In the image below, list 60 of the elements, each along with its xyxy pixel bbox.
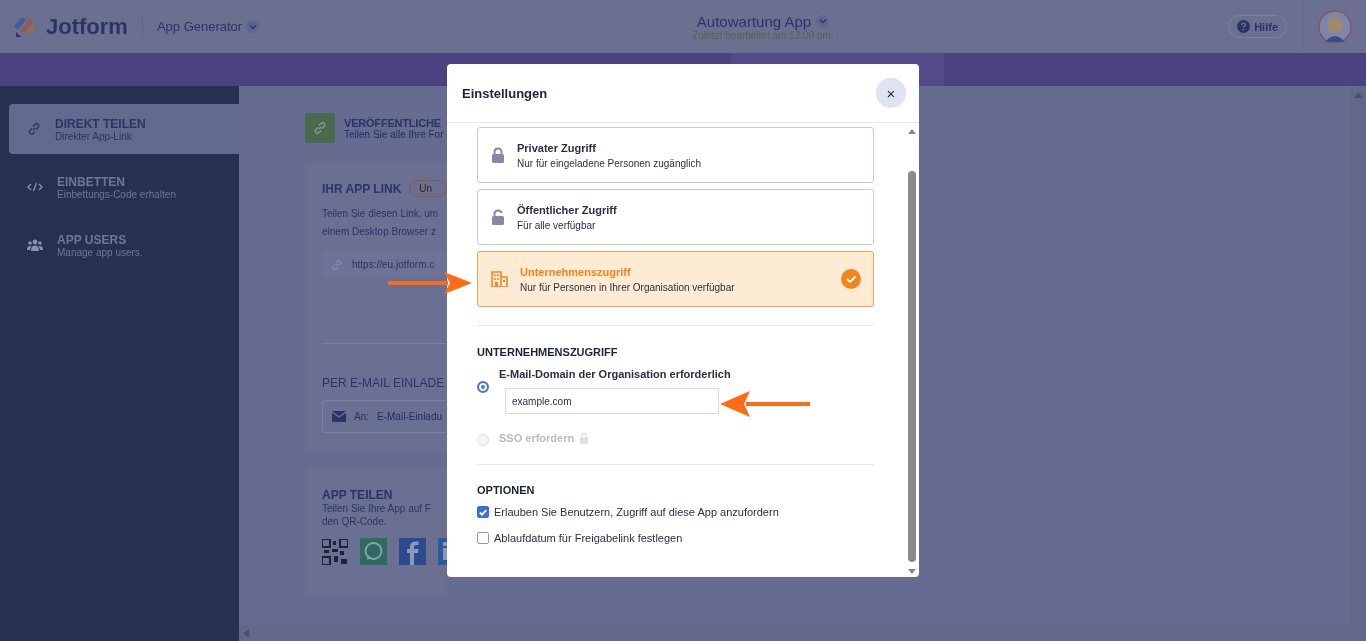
link-icon [331, 258, 343, 271]
access-option[interactable]: Privater Zugriff Nur für eingeladene Personen zugänglich [477, 127, 874, 183]
access-option[interactable]: Öffentlicher Zugriff Für alle verfügbar [477, 189, 874, 245]
sidebar-item[interactable]: EINBETTEN Einbettungs-Code erhalten [9, 162, 239, 212]
mail-icon [332, 411, 346, 422]
card-title: PER E-MAIL EINLADE [322, 376, 445, 390]
description-line: Teilen Sie diesen Link, um [322, 207, 439, 221]
url-field[interactable]: https://eu.jotform.c [322, 251, 447, 278]
card-title: APP TEILEN [322, 488, 393, 502]
section-title: VERÖFFENTLICHE [344, 116, 442, 129]
card-title: IHR APP LINK [322, 181, 402, 196]
sidebar-item[interactable]: APP USERS Manage app users. [9, 220, 239, 270]
radio-label: SSO erfordern [499, 432, 575, 444]
link-icon [27, 122, 41, 136]
checkbox[interactable] [477, 532, 489, 544]
check-icon [841, 269, 861, 289]
logo-text: Jotform [46, 13, 128, 40]
facebook-icon[interactable] [399, 538, 426, 565]
lock-icon [491, 147, 505, 163]
link-icon [305, 113, 335, 143]
code-icon [27, 181, 43, 193]
lock-icon [579, 432, 590, 444]
down-arrow-icon[interactable] [908, 569, 916, 574]
description-line: den QR-Code. [322, 515, 387, 528]
description-line: einem Desktop Browser z [322, 225, 436, 239]
close-button[interactable]: × [876, 78, 906, 108]
building-icon [491, 271, 508, 287]
access-option[interactable]: Unternehmenszugriff Nur für Personen in Ihrer Organisation verfügbar [477, 251, 874, 307]
users-icon [27, 238, 43, 252]
caret-icon [246, 20, 260, 33]
last-edited-text: Zuletzt bearbeitet am 12:00 pm. [692, 29, 834, 41]
sidebar-item-title: APP USERS [57, 232, 128, 247]
up-arrow-icon[interactable] [908, 129, 916, 134]
sidebar-item-subtitle: Manage app users. [57, 246, 143, 258]
product-menu[interactable]: App Generator [156, 19, 260, 34]
sidebar-item-subtitle: Einbettungs-Code erhalten [57, 188, 176, 200]
checkbox-label: Erlauben Sie Benutzern, Zugriff auf diese App anzufordern [494, 506, 779, 518]
horizontal-scrollbar[interactable] [239, 625, 1366, 641]
help-icon [1237, 20, 1251, 33]
section-subtitle: Teilen Sie alle Ihre For [344, 128, 444, 140]
dialog-title: Einstellungen [462, 85, 548, 101]
section-heading: UNTERNEHMENSZUGRIFF [477, 346, 619, 358]
up-arrow-icon[interactable] [1353, 92, 1363, 98]
domain-input[interactable]: example.com [505, 388, 719, 414]
unlocked-icon [491, 209, 505, 225]
avatar[interactable] [1318, 9, 1352, 44]
qr-code-icon[interactable] [322, 538, 348, 565]
vertical-scrollbar[interactable] [1350, 86, 1366, 625]
section-heading: OPTIONEN [477, 484, 536, 496]
sidebar-item-title: DIREKT TEILEN [55, 116, 146, 131]
radio-label: E-Mail-Domain der Organisation erforderlich [499, 368, 731, 380]
radio-button[interactable] [477, 381, 489, 393]
caret-icon[interactable] [816, 14, 830, 28]
chat-bubble-icon[interactable] [360, 538, 387, 565]
description-line: Teilen Sie Ihre App auf F [322, 502, 431, 515]
left-arrow-icon[interactable] [243, 628, 249, 638]
app-title[interactable]: Autowartung App [696, 12, 812, 30]
checkbox[interactable] [477, 506, 489, 518]
checkbox-label: Ablaufdatum für Freigabelink festlegen [494, 532, 683, 544]
sidebar-item-title: EINBETTEN [57, 174, 126, 189]
